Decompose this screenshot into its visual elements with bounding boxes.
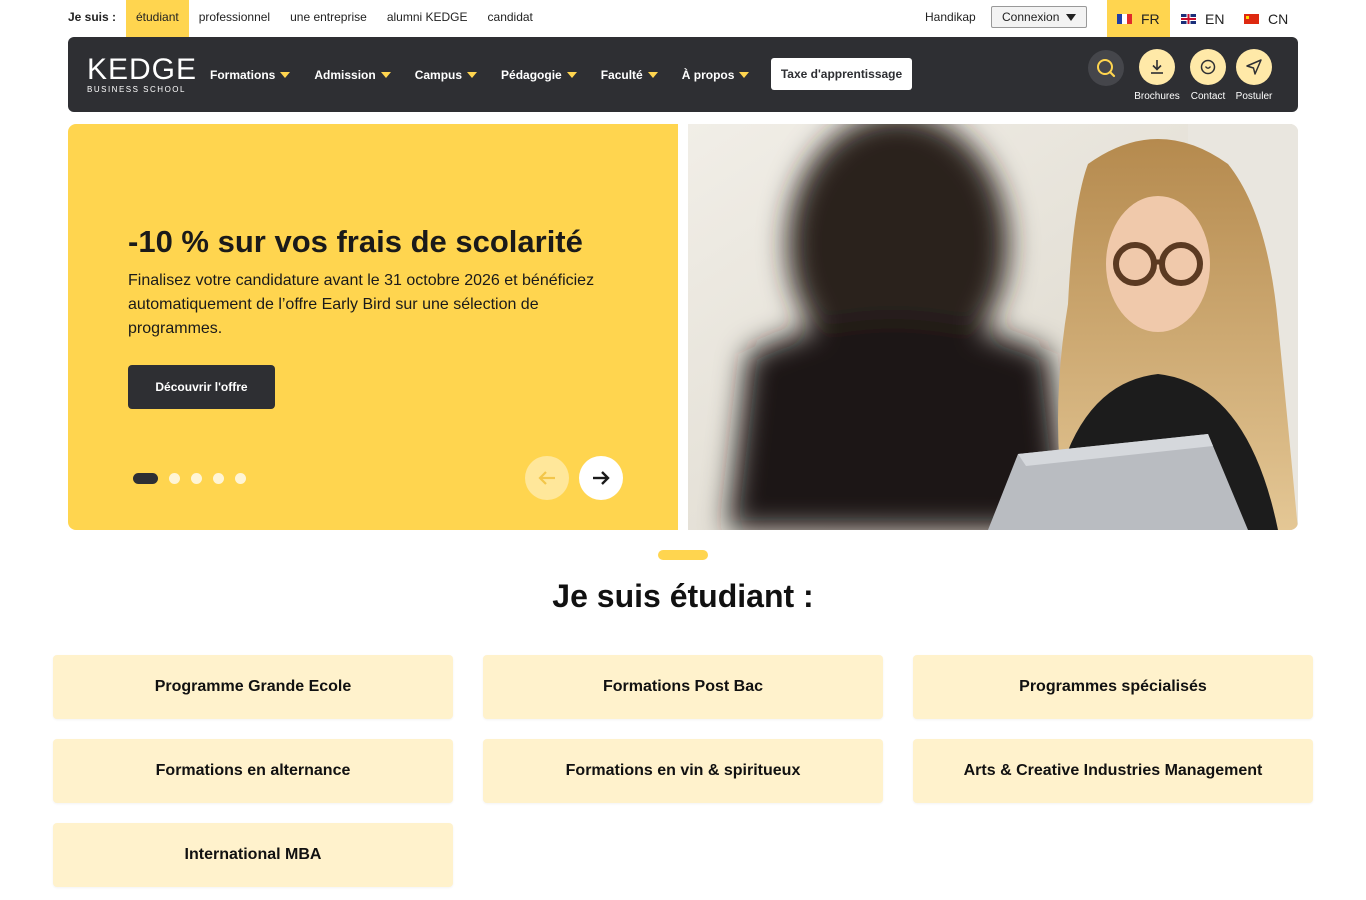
postuler-circle (1236, 49, 1272, 85)
hero-photo (688, 124, 1298, 530)
download-icon (1151, 60, 1163, 74)
audience-list: étudiant professionnel une entreprise al… (126, 0, 543, 37)
hero-title: -10 % sur vos frais de scolarité (128, 224, 583, 259)
taxe-apprentissage-button[interactable]: Taxe d'apprentissage (771, 58, 912, 90)
arrow-left-icon (538, 471, 555, 485)
logo-brand: KEDGE (87, 53, 198, 86)
card-international-mba[interactable]: International MBA (53, 823, 453, 887)
handikap-link[interactable]: Handikap (925, 10, 976, 24)
caret-down-icon (739, 71, 750, 78)
main-navbar: KEDGE BUSINESS SCHOOL Formations Admissi… (68, 37, 1298, 112)
carousel-dot-1[interactable] (133, 473, 158, 484)
card-formations-post-bac[interactable]: Formations Post Bac (483, 655, 883, 719)
contact-label: Contact (1190, 91, 1226, 102)
card-programmes-specialises[interactable]: Programmes spécialisés (913, 655, 1313, 719)
nav-label: Faculté (600, 67, 643, 82)
nav-admission[interactable]: Admission (314, 67, 391, 82)
send-icon (1246, 59, 1262, 75)
card-formations-alternance[interactable]: Formations en alternance (53, 739, 453, 803)
connexion-label: Connexion (1002, 10, 1060, 24)
carousel-prev-button[interactable] (525, 456, 569, 500)
caret-down-icon (566, 71, 577, 78)
nav-campus[interactable]: Campus (414, 67, 478, 82)
caret-down-icon (1066, 14, 1076, 21)
flag-en-icon (1181, 13, 1196, 24)
caret-down-icon (467, 71, 478, 78)
audience-professionnel[interactable]: professionnel (189, 0, 280, 37)
brochures-label: Brochures (1134, 91, 1180, 102)
connexion-dropdown[interactable]: Connexion (991, 6, 1087, 28)
card-arts-creative-industries[interactable]: Arts & Creative Industries Management (913, 739, 1313, 803)
carousel-dot-4[interactable] (213, 473, 224, 484)
postuler-button[interactable]: Postuler (1229, 49, 1279, 102)
card-programme-grande-ecole[interactable]: Programme Grande Ecole (53, 655, 453, 719)
nav-pedagogie[interactable]: Pédagogie (501, 68, 577, 82)
student-photo-illustration (688, 124, 1298, 530)
section-title: Je suis étudiant : (552, 578, 814, 614)
search-button[interactable] (1088, 50, 1124, 86)
nav-faculte[interactable]: Faculté (601, 68, 658, 82)
carousel-dots (133, 473, 257, 484)
nav-label: Formations (210, 67, 276, 82)
nav-formations[interactable]: Formations (210, 67, 291, 82)
lang-cn[interactable]: CN (1244, 0, 1288, 37)
caret-down-icon (647, 71, 658, 78)
carousel-next-button[interactable] (579, 456, 623, 500)
nav-label: Admission (314, 67, 376, 82)
nav-label: À propos (681, 67, 735, 82)
audience-candidat[interactable]: candidat (478, 0, 543, 37)
carousel-dot-3[interactable] (191, 473, 202, 484)
lang-fr[interactable]: FR (1107, 0, 1170, 37)
nav-menu: Formations Admission Campus Pédagogie Fa… (210, 37, 773, 112)
carousel-dot-5[interactable] (235, 473, 246, 484)
logo-tagline: BUSINESS SCHOOL (87, 85, 186, 94)
caret-down-icon (380, 71, 391, 78)
kedge-logo[interactable]: KEDGE BUSINESS SCHOOL (87, 53, 198, 95)
decouvrir-offre-button[interactable]: Découvrir l'offre (128, 365, 275, 409)
audience-etudiant[interactable]: étudiant (126, 0, 189, 37)
brochures-button[interactable]: Brochures (1132, 49, 1182, 102)
brochures-circle (1139, 49, 1175, 85)
postuler-label: Postuler (1235, 91, 1273, 102)
audience-entreprise[interactable]: une entreprise (280, 0, 377, 37)
chat-icon (1200, 59, 1216, 75)
carousel-dot-2[interactable] (169, 473, 180, 484)
hero-panel: -10 % sur vos frais de scolarité Finalis… (68, 124, 678, 530)
flag-fr-icon (1117, 13, 1132, 24)
card-formations-vin-spiritueux[interactable]: Formations en vin & spiritueux (483, 739, 883, 803)
audience-alumni[interactable]: alumni KEDGE (377, 0, 478, 37)
flag-cn-icon (1244, 13, 1259, 24)
search-icon (1097, 59, 1116, 78)
hero-text: Finalisez votre candidature avant le 31 … (128, 272, 595, 337)
lang-code: CN (1268, 10, 1289, 27)
top-bar: Je suis : étudiant professionnel une ent… (0, 0, 1366, 37)
contact-button[interactable]: Contact (1183, 49, 1233, 102)
nav-label: Pédagogie (501, 67, 562, 82)
lang-code: EN (1205, 10, 1225, 27)
nav-a-propos[interactable]: À propos (682, 68, 750, 82)
lang-en[interactable]: EN (1181, 0, 1224, 37)
section-accent-bar (658, 550, 708, 560)
iam-label: Je suis : (68, 10, 117, 24)
arrow-right-icon (593, 471, 610, 485)
lang-code: FR (1141, 10, 1160, 27)
caret-down-icon (280, 71, 291, 78)
contact-circle (1190, 49, 1226, 85)
nav-label: Campus (414, 67, 463, 82)
